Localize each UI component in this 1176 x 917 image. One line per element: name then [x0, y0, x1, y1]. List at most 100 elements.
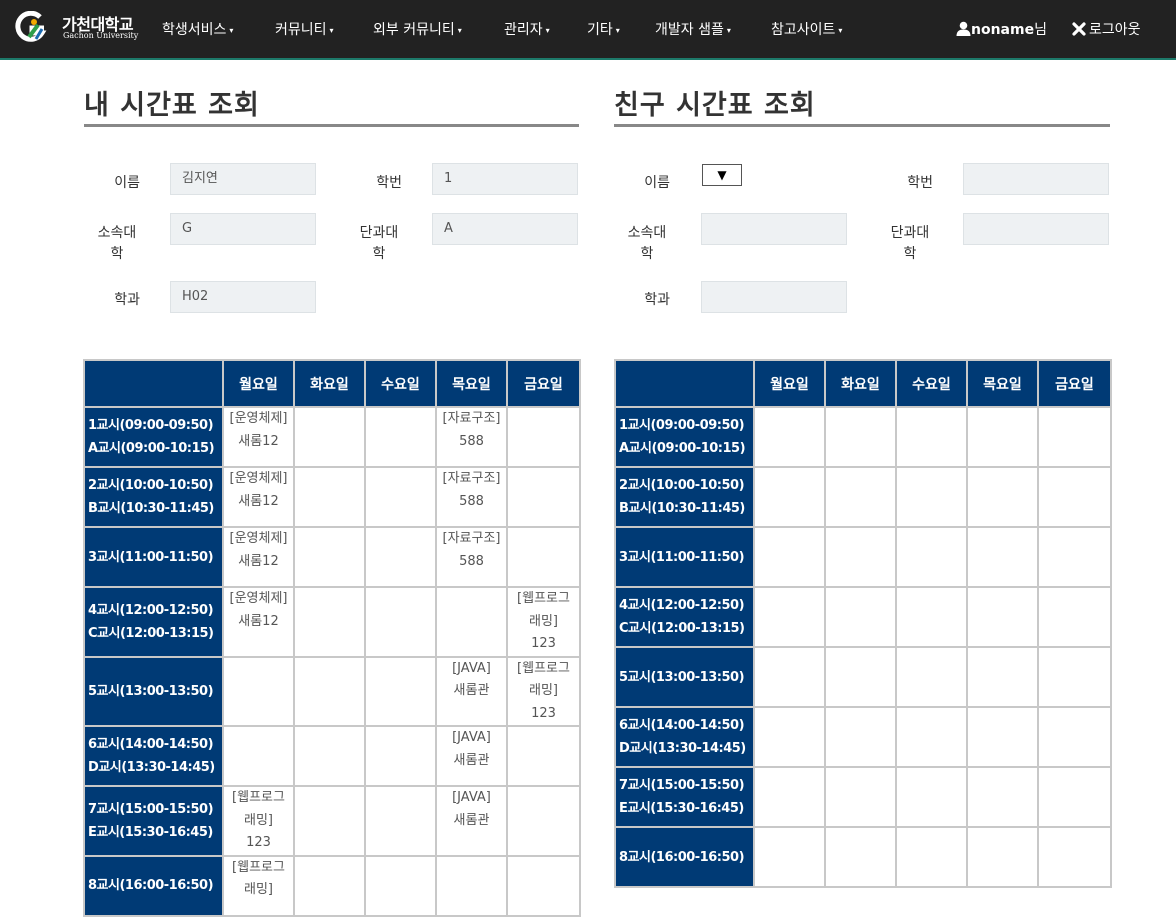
- class-cell[interactable]: [웹프로그 래밍] 123: [506, 586, 581, 658]
- class-cell[interactable]: [753, 766, 826, 828]
- class-cell[interactable]: [895, 466, 968, 528]
- class-cell[interactable]: [966, 466, 1039, 528]
- class-cell[interactable]: [966, 586, 1039, 648]
- class-cell[interactable]: [293, 586, 366, 658]
- class-cell[interactable]: [운영체제] 새롬12: [222, 466, 295, 528]
- class-cell[interactable]: [자료구조] 588: [435, 406, 508, 468]
- nav-developer-samples[interactable]: 개발자 샘플 ▾: [655, 19, 731, 39]
- friend-student-id-field[interactable]: [963, 163, 1109, 195]
- nav-etc[interactable]: 기타 ▾: [587, 19, 620, 39]
- class-cell[interactable]: [1037, 466, 1112, 528]
- class-cell[interactable]: [506, 785, 581, 857]
- class-cell[interactable]: [506, 466, 581, 528]
- class-cell[interactable]: [364, 785, 437, 857]
- class-cell[interactable]: [웹프로그 래밍] 123: [506, 655, 581, 727]
- class-cell[interactable]: [1037, 706, 1112, 768]
- nav-community[interactable]: 커뮤니티 ▾: [275, 19, 334, 39]
- class-cell[interactable]: [753, 646, 826, 708]
- class-cell[interactable]: [웹프로그 래밍]: [222, 854, 295, 917]
- class-cell[interactable]: [293, 406, 366, 468]
- class-cell[interactable]: [895, 586, 968, 648]
- class-cell[interactable]: [824, 646, 897, 708]
- class-cell[interactable]: [966, 706, 1039, 768]
- class-cell[interactable]: [자료구조] 588: [435, 466, 508, 528]
- nav-external-community[interactable]: 외부 커뮤니티 ▾: [373, 19, 462, 39]
- class-cell[interactable]: [895, 526, 968, 588]
- class-cell[interactable]: [웹프로그 래밍] 123: [222, 785, 295, 857]
- class-cell[interactable]: [753, 406, 826, 468]
- logout-link[interactable]: 로그아웃: [1072, 19, 1141, 39]
- class-cell[interactable]: [824, 526, 897, 588]
- class-cell[interactable]: [895, 646, 968, 708]
- class-cell[interactable]: [293, 854, 366, 917]
- class-cell[interactable]: [966, 766, 1039, 828]
- class-cell[interactable]: [293, 526, 366, 588]
- my-college-field[interactable]: G: [170, 213, 316, 245]
- my-name-field[interactable]: 김지연: [170, 163, 316, 195]
- class-cell[interactable]: [966, 826, 1039, 888]
- brand-logo-link[interactable]: 가천대학교 Gachon University: [14, 9, 146, 45]
- class-cell[interactable]: [222, 725, 295, 787]
- class-cell[interactable]: [506, 526, 581, 588]
- class-cell[interactable]: [293, 785, 366, 857]
- friend-name-select[interactable]: ▼: [702, 164, 742, 186]
- class-cell[interactable]: [1037, 826, 1112, 888]
- nav-reference-sites[interactable]: 참고사이트 ▾: [771, 19, 842, 39]
- class-cell[interactable]: [824, 466, 897, 528]
- class-cell[interactable]: [364, 526, 437, 588]
- class-cell[interactable]: [966, 526, 1039, 588]
- class-cell[interactable]: [JAVA] 새롬관: [435, 785, 508, 857]
- class-cell[interactable]: [966, 646, 1039, 708]
- class-cell[interactable]: [364, 466, 437, 528]
- friend-dept-college-field[interactable]: [963, 213, 1109, 245]
- class-cell[interactable]: [293, 655, 366, 727]
- class-cell[interactable]: [운영체제] 새롬12: [222, 586, 295, 658]
- my-dept-college-field[interactable]: A: [432, 213, 578, 245]
- class-cell[interactable]: [506, 725, 581, 787]
- class-cell[interactable]: [293, 725, 366, 787]
- my-major-field[interactable]: H02: [170, 281, 316, 313]
- class-cell[interactable]: [자료구조] 588: [435, 526, 508, 588]
- class-cell[interactable]: [824, 406, 897, 468]
- class-cell[interactable]: [운영체제] 새롬12: [222, 526, 295, 588]
- class-cell[interactable]: [824, 706, 897, 768]
- class-cell[interactable]: [506, 406, 581, 468]
- class-cell[interactable]: [895, 826, 968, 888]
- class-cell[interactable]: [1037, 766, 1112, 828]
- class-cell[interactable]: [895, 706, 968, 768]
- class-cell[interactable]: [1037, 646, 1112, 708]
- class-cell[interactable]: [1037, 586, 1112, 648]
- class-cell[interactable]: [753, 826, 826, 888]
- class-cell[interactable]: [895, 766, 968, 828]
- class-cell[interactable]: [1037, 526, 1112, 588]
- class-cell[interactable]: [753, 586, 826, 648]
- class-cell[interactable]: [753, 706, 826, 768]
- user-profile-link[interactable]: noname님: [956, 19, 1047, 39]
- class-cell[interactable]: [506, 854, 581, 917]
- class-cell[interactable]: [JAVA] 새롬관: [435, 725, 508, 787]
- class-cell[interactable]: [운영체제] 새롬12: [222, 406, 295, 468]
- class-cell[interactable]: [364, 725, 437, 787]
- class-cell[interactable]: [364, 586, 437, 658]
- class-cell[interactable]: [JAVA] 새롬관: [435, 655, 508, 727]
- class-cell[interactable]: [753, 526, 826, 588]
- class-cell[interactable]: [824, 586, 897, 648]
- friend-major-field[interactable]: [701, 281, 847, 313]
- class-cell[interactable]: [966, 406, 1039, 468]
- class-cell[interactable]: [1037, 406, 1112, 468]
- my-student-id-field[interactable]: 1: [432, 163, 578, 195]
- nav-admin[interactable]: 관리자 ▾: [504, 19, 550, 39]
- class-cell[interactable]: [435, 586, 508, 658]
- class-cell[interactable]: [824, 766, 897, 828]
- class-cell[interactable]: [293, 466, 366, 528]
- nav-student-services[interactable]: 학생서비스 ▾: [162, 19, 233, 39]
- friend-college-field[interactable]: [701, 213, 847, 245]
- class-cell[interactable]: [824, 826, 897, 888]
- class-cell[interactable]: [364, 406, 437, 468]
- class-cell[interactable]: [222, 655, 295, 727]
- class-cell[interactable]: [364, 655, 437, 727]
- class-cell[interactable]: [753, 466, 826, 528]
- class-cell[interactable]: [895, 406, 968, 468]
- class-cell[interactable]: [435, 854, 508, 917]
- class-cell[interactable]: [364, 854, 437, 917]
